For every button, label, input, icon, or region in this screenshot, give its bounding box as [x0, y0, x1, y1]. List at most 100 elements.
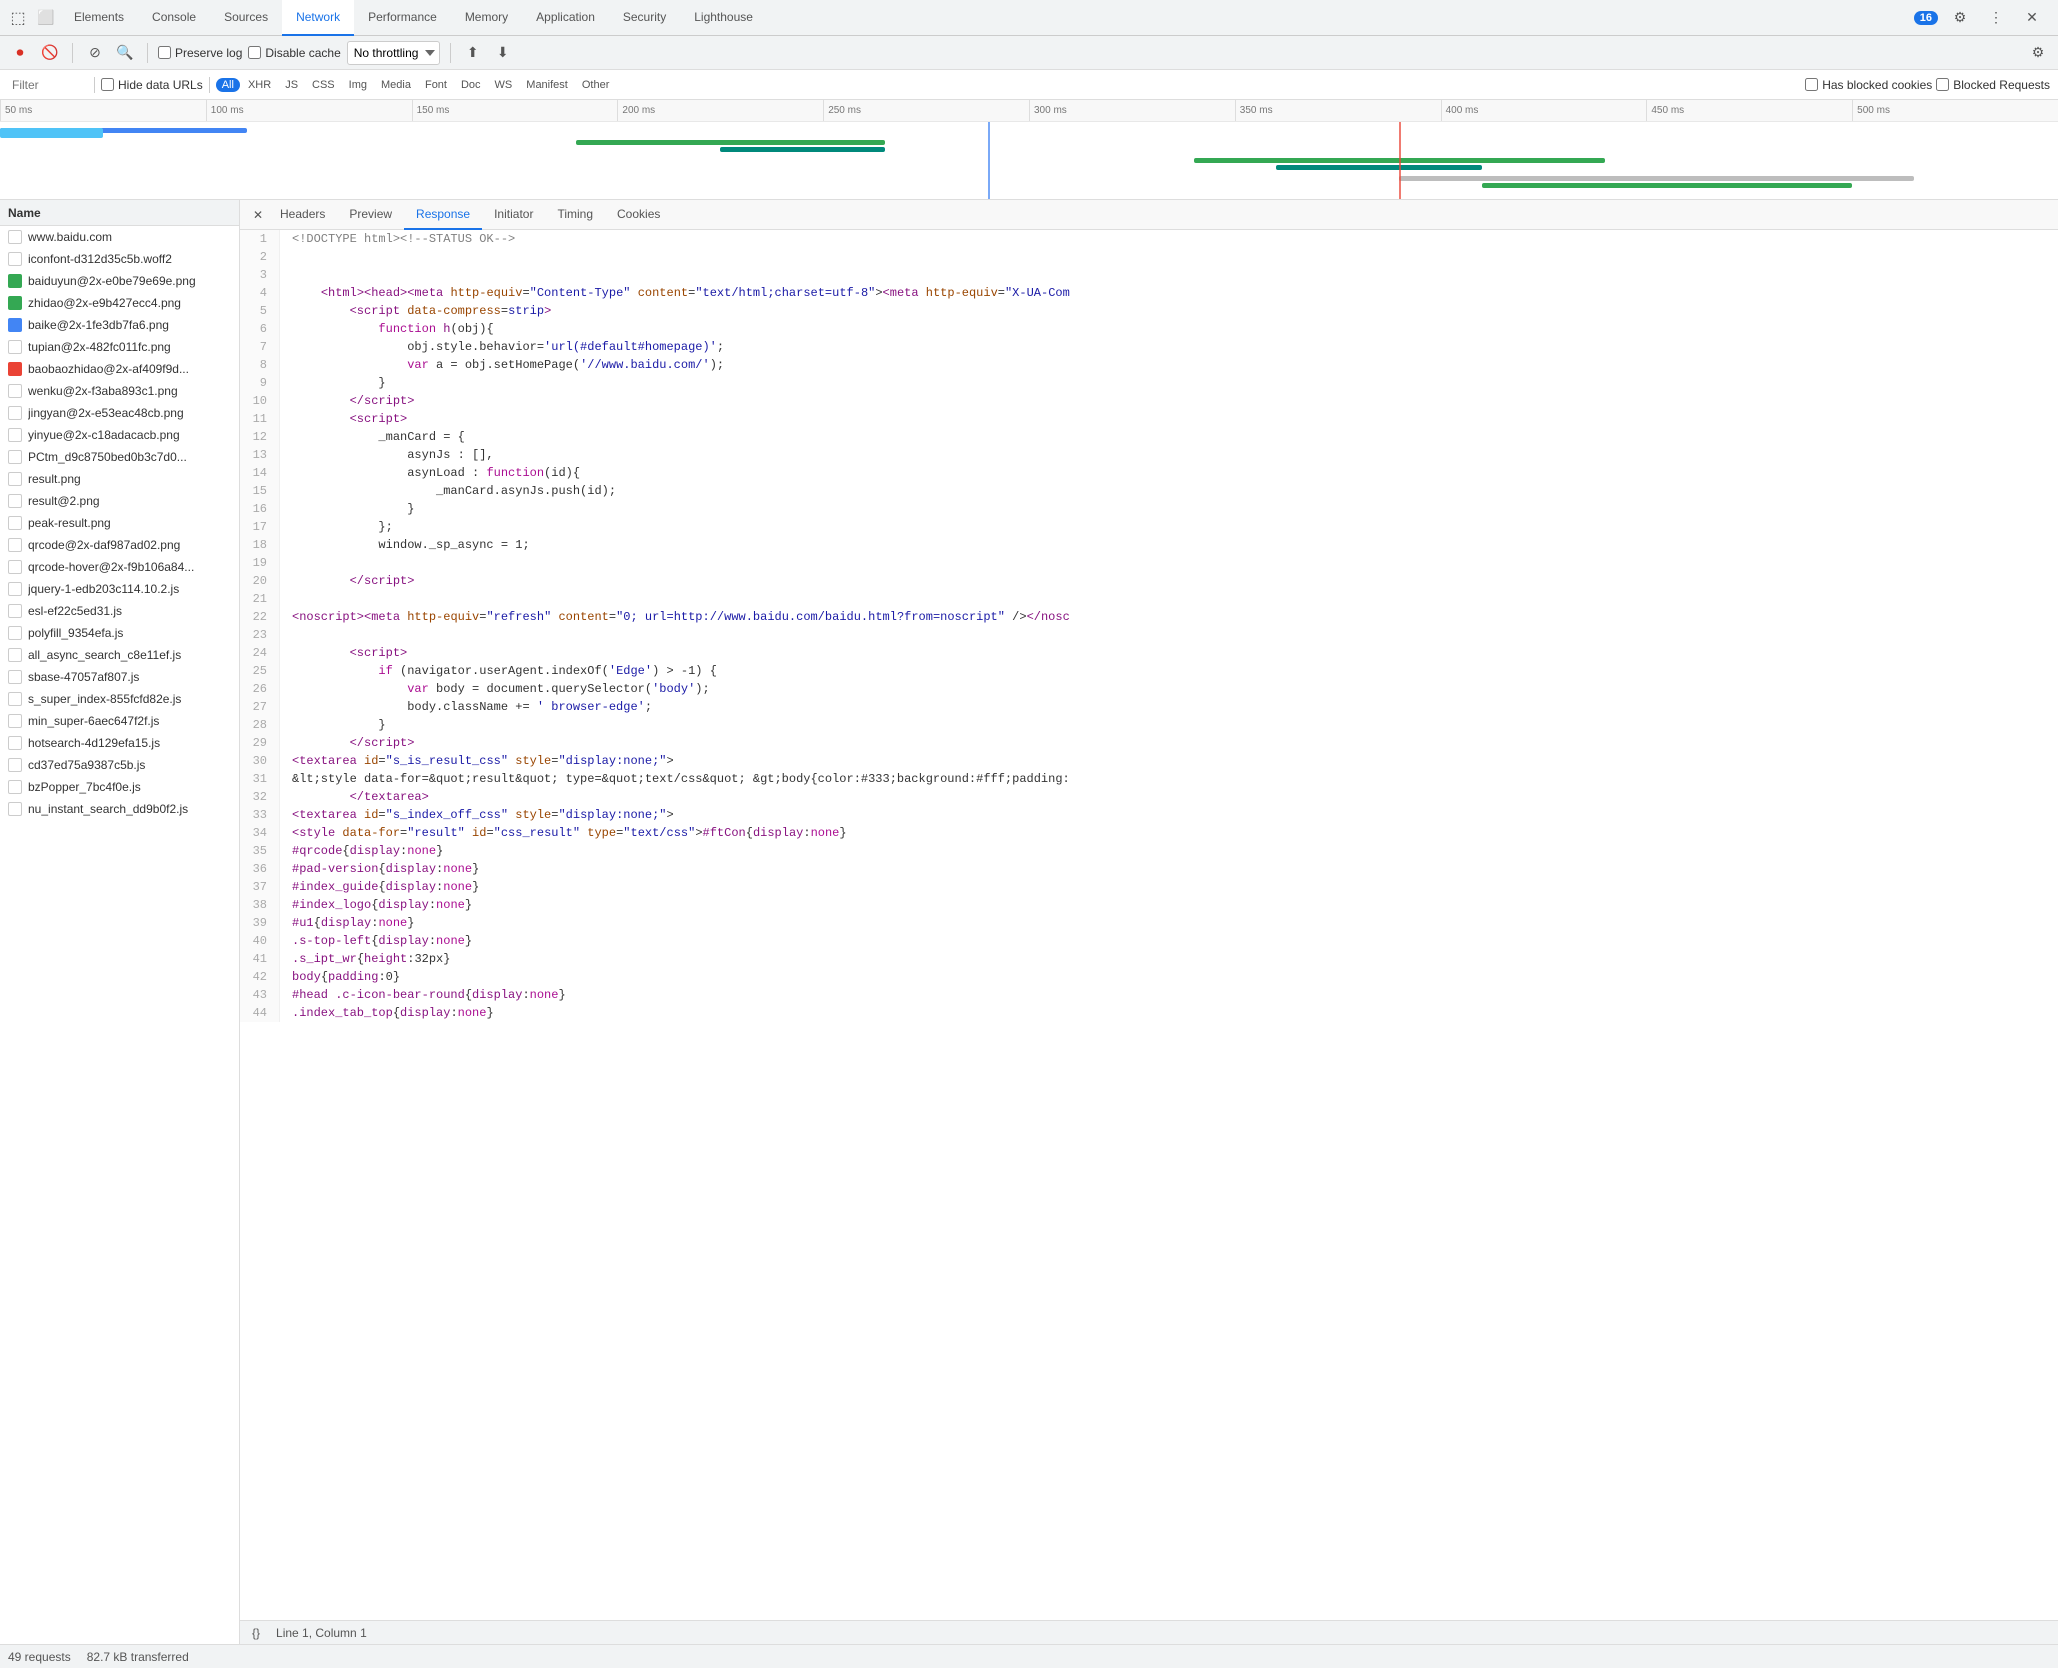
file-item[interactable]: tupian@2x-482fc011fc.png — [0, 336, 239, 358]
hide-data-urls-checkbox[interactable] — [101, 78, 114, 91]
file-item[interactable]: baiduyun@2x-e0be79e69e.png — [0, 270, 239, 292]
hide-data-urls-label[interactable]: Hide data URLs — [101, 78, 203, 92]
line-content: <textarea id="s_is_result_css" style="di… — [280, 752, 674, 770]
line-content — [280, 266, 292, 284]
sub-tab-close-button[interactable]: ✕ — [248, 205, 268, 225]
line-number: 2 — [240, 248, 280, 266]
file-icon — [8, 362, 22, 376]
clear-button[interactable]: 🚫 — [38, 41, 62, 65]
sub-tab-response[interactable]: Response — [404, 200, 482, 230]
sub-tab-preview[interactable]: Preview — [337, 200, 404, 230]
file-icon — [8, 340, 22, 354]
search-icon[interactable]: 🔍 — [113, 41, 137, 65]
timeline-container: 50 ms100 ms150 ms200 ms250 ms300 ms350 m… — [0, 100, 2058, 200]
waterfall-bar-7 — [1399, 176, 1914, 181]
sub-tab-timing[interactable]: Timing — [545, 200, 605, 230]
filter-chip-other[interactable]: Other — [576, 78, 616, 92]
file-item[interactable]: qrcode-hover@2x-f9b106a84... — [0, 556, 239, 578]
record-button[interactable]: ⏺ — [8, 41, 32, 65]
preserve-log-checkbox[interactable] — [158, 46, 171, 59]
tab-memory[interactable]: Memory — [451, 0, 522, 36]
filter-input[interactable] — [8, 78, 88, 92]
settings-network-icon[interactable]: ⚙ — [2026, 41, 2050, 65]
file-name: bzPopper_7bc4f0e.js — [28, 780, 141, 794]
cursor-icon[interactable]: ⬚ — [4, 4, 32, 32]
disable-cache-label[interactable]: Disable cache — [248, 46, 340, 60]
tab-performance[interactable]: Performance — [354, 0, 451, 36]
file-icon — [8, 450, 22, 464]
file-item[interactable]: sbase-47057af807.js — [0, 666, 239, 688]
throttle-select[interactable]: No throttling — [347, 41, 440, 65]
file-name: iconfont-d312d35c5b.woff2 — [28, 252, 172, 266]
filter-chip-css[interactable]: CSS — [306, 78, 341, 92]
blocked-requests-label[interactable]: Blocked Requests — [1936, 78, 2050, 92]
filter-chip-manifest[interactable]: Manifest — [520, 78, 574, 92]
tab-elements[interactable]: Elements — [60, 0, 138, 36]
file-item[interactable]: result.png — [0, 468, 239, 490]
file-item[interactable]: yinyue@2x-c18adacacb.png — [0, 424, 239, 446]
file-item[interactable]: baobaozhidao@2x-af409f9d... — [0, 358, 239, 380]
blocked-requests-checkbox[interactable] — [1936, 78, 1949, 91]
file-name: sbase-47057af807.js — [28, 670, 139, 684]
import-icon[interactable]: ⬆ — [461, 41, 485, 65]
file-item[interactable]: peak-result.png — [0, 512, 239, 534]
close-icon[interactable]: ✕ — [2018, 4, 2046, 32]
file-item[interactable]: zhidao@2x-e9b427ecc4.png — [0, 292, 239, 314]
file-item[interactable]: nu_instant_search_dd9b0f2.js — [0, 798, 239, 820]
file-item[interactable]: baike@2x-1fe3db7fa6.png — [0, 314, 239, 336]
file-item[interactable]: cd37ed75a9387c5b.js — [0, 754, 239, 776]
export-icon[interactable]: ⬇ — [491, 41, 515, 65]
sub-tabs: ✕ Headers Preview Response Initiator Tim… — [240, 200, 2058, 230]
has-blocked-cookies-label[interactable]: Has blocked cookies — [1805, 78, 1932, 92]
filter-chip-xhr[interactable]: XHR — [242, 78, 277, 92]
file-item[interactable]: hotsearch-4d129efa15.js — [0, 732, 239, 754]
file-icon — [8, 384, 22, 398]
filter-separator-2 — [209, 77, 210, 93]
sub-tab-cookies[interactable]: Cookies — [605, 200, 672, 230]
tab-application[interactable]: Application — [522, 0, 609, 36]
filter-chip-font[interactable]: Font — [419, 78, 453, 92]
code-line: 29 </script> — [240, 734, 2058, 752]
responsive-icon[interactable]: ⬜ — [32, 4, 60, 32]
file-item[interactable]: jquery-1-edb203c114.10.2.js — [0, 578, 239, 600]
disable-cache-checkbox[interactable] — [248, 46, 261, 59]
settings-icon[interactable]: ⚙ — [1946, 4, 1974, 32]
file-item[interactable]: PCtm_d9c8750bed0b3c7d0... — [0, 446, 239, 468]
file-item[interactable]: s_super_index-855fcfd82e.js — [0, 688, 239, 710]
file-item[interactable]: www.baidu.com — [0, 226, 239, 248]
sub-tab-headers[interactable]: Headers — [268, 200, 337, 230]
has-blocked-cookies-checkbox[interactable] — [1805, 78, 1818, 91]
preserve-log-label[interactable]: Preserve log — [158, 46, 242, 60]
file-item[interactable]: jingyan@2x-e53eac48cb.png — [0, 402, 239, 424]
file-item[interactable]: min_super-6aec647f2f.js — [0, 710, 239, 732]
file-icon — [8, 670, 22, 684]
filter-chip-media[interactable]: Media — [375, 78, 417, 92]
file-item[interactable]: bzPopper_7bc4f0e.js — [0, 776, 239, 798]
tab-sources[interactable]: Sources — [210, 0, 282, 36]
file-list-header: Name — [0, 200, 239, 226]
filter-icon[interactable]: ⊘ — [83, 41, 107, 65]
file-icon — [8, 604, 22, 618]
tab-network[interactable]: Network — [282, 0, 354, 36]
line-content: window._sp_async = 1; — [280, 536, 530, 554]
more-icon[interactable]: ⋮ — [1982, 4, 2010, 32]
code-line: 23 — [240, 626, 2058, 644]
filter-chip-doc[interactable]: Doc — [455, 78, 487, 92]
file-item[interactable]: wenku@2x-f3aba893c1.png — [0, 380, 239, 402]
file-item[interactable]: all_async_search_c8e11ef.js — [0, 644, 239, 666]
file-item[interactable]: iconfont-d312d35c5b.woff2 — [0, 248, 239, 270]
filter-chip-img[interactable]: Img — [343, 78, 373, 92]
file-item[interactable]: result@2.png — [0, 490, 239, 512]
line-content — [280, 248, 292, 266]
sub-tab-initiator[interactable]: Initiator — [482, 200, 545, 230]
file-item[interactable]: esl-ef22c5ed31.js — [0, 600, 239, 622]
file-item[interactable]: polyfill_9354efa.js — [0, 622, 239, 644]
tab-lighthouse[interactable]: Lighthouse — [680, 0, 767, 36]
tab-security[interactable]: Security — [609, 0, 680, 36]
filter-chip-all[interactable]: All — [216, 78, 240, 92]
filter-chip-ws[interactable]: WS — [489, 78, 519, 92]
file-item[interactable]: qrcode@2x-daf987ad02.png — [0, 534, 239, 556]
ruler-mark: 500 ms — [1852, 100, 2058, 121]
tab-console[interactable]: Console — [138, 0, 210, 36]
filter-chip-js[interactable]: JS — [279, 78, 304, 92]
